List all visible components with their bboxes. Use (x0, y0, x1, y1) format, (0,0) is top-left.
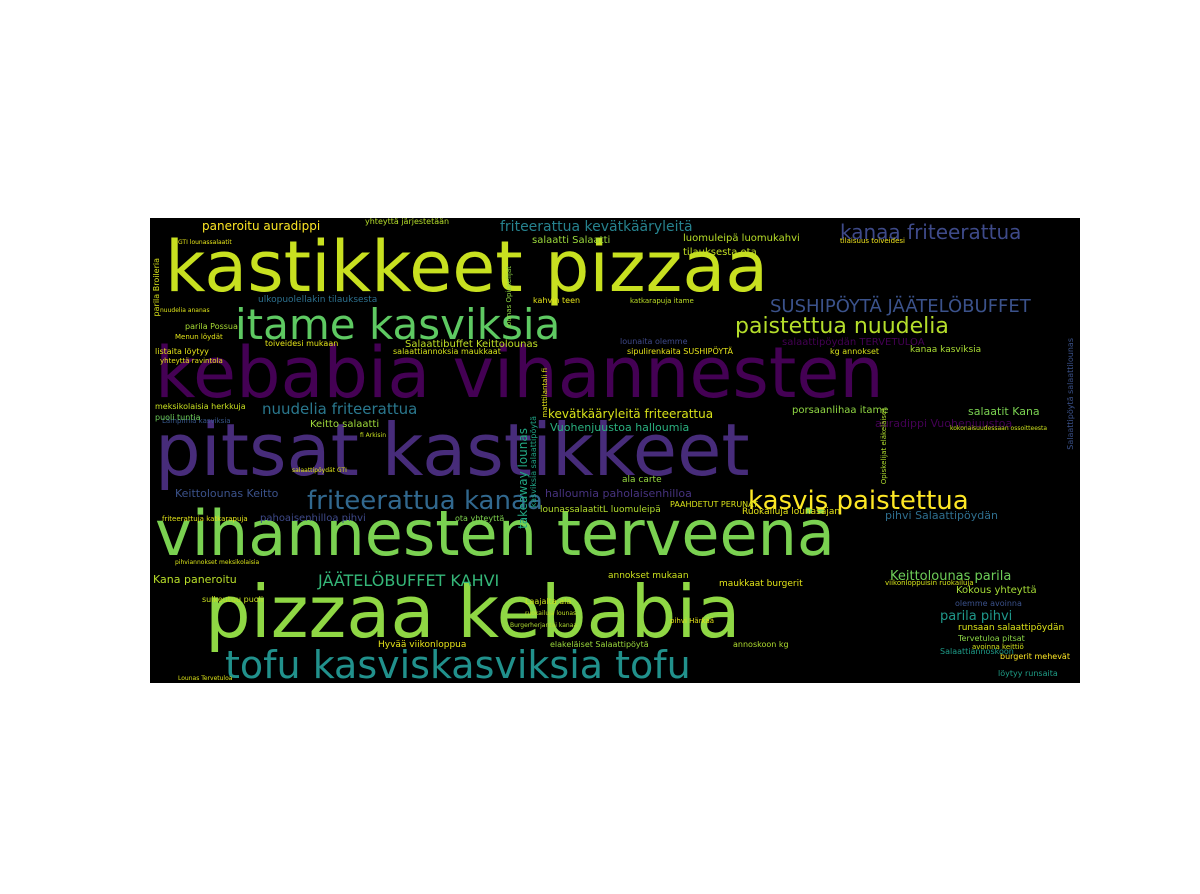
word-tofu-kasviskasviksia-tofu: tofu kasviskasviksia tofu (225, 643, 691, 683)
word-kg-annokset: kg annokset (830, 347, 880, 356)
word-salaattiannoksia-maukkaat: salaattiannoksia maukkaat (393, 347, 501, 356)
word-ota-yhteytta: ota yhteyttä (455, 514, 505, 523)
word-avoinna-keittio: avoinna keittiö (972, 643, 1024, 651)
word-kana-paneroitu: Kana paneroitu (153, 573, 237, 586)
word-nuudelia-friteerattua: nuudelia friteerattua (262, 400, 418, 418)
word-annokset-mukaan: annokset mukaan (608, 571, 689, 581)
word-luomuleipa-luomukahvi: luomuleipä luomukahvi (683, 233, 800, 244)
word-parila-possua: parila Possua (185, 322, 238, 331)
word-jaatelobuffet-kahvi: JÄÄTELÖBUFFET KAHVI (318, 571, 500, 590)
word-yhteytta-jarjestetaan: yhteyttä järjestetään (365, 218, 450, 226)
word-lounaita-olemme: lounaita olemme (620, 337, 688, 346)
word-kanaa-kasviksia: kanaa kasviksia (910, 345, 982, 355)
word-sipulirenkaita-sushipoyta: sipulirenkaita SUSHIPÖYTÄ (627, 347, 733, 356)
word-lounas-tervetuloa: Lounas Tervetuloa (178, 675, 233, 682)
word-sushipoyta-jaatelobuffet: SUSHIPÖYTÄ JÄÄTELÖBUFFET (770, 296, 1031, 317)
word-lounas-opiskelijat: lounas Opiskelijat (505, 266, 513, 328)
word-halloumia-paholaisenhilloa: halloumia paholaisenhilloa (545, 487, 692, 500)
word-sulkeutuu-puoli: sulkeutuu puoli (202, 595, 264, 604)
word-elakelaiset-salaattipoyta: elakeläiset Salaattipöytä (550, 640, 649, 649)
word-olemme-avoinna: olemme avoinna (955, 599, 1022, 608)
word-ruokailuja-lounas: ruokailuja lounas (525, 610, 577, 617)
word-gti-lounassalaatit: GTI lounassalaatit (178, 239, 232, 246)
word-parila-pihvi: parila pihvi (940, 609, 1013, 624)
word-takeaway-lounas: takeaway lounas (516, 428, 530, 529)
word-fi-arkisin: fi Arkisin (360, 432, 386, 439)
word-toiveidesi-mukaan: toiveidesi mukaan (265, 339, 339, 348)
word-kahvin-teen: kahvin teen (533, 296, 581, 305)
word-tilaisuus-toiveidesi: tilaisuus toiveidesi (840, 237, 905, 245)
word-tilauksesta-ota: tilauksesta ota (683, 247, 757, 258)
word-salaattipoydat-gti: salaattipöydät GTI (292, 467, 347, 474)
word-kasviksia-salaattipoyta: kasviksia salaattipöytä (529, 416, 538, 508)
word-ruokailuja-lounasajan: Ruokailuja lounasajan (742, 507, 841, 517)
word-friteerattua-kanaa: friteerattua kanaa (307, 486, 543, 516)
word-ala-carte: ala carte (622, 475, 662, 485)
word-hyvaa-viikonloppua: Hyvää viikonloppua (378, 640, 467, 650)
word-ulkopuolellakin-tilauksesta: ulkopuolellakin tilauksesta (258, 295, 378, 305)
word-kevatkaaryleita-friteerattua: kevätkääryleitä friteerattua (548, 407, 714, 421)
word-kokonaisuudessaan-ossoitteesta: kokonaisuudessaan ossoitteesta (950, 425, 1048, 432)
word-yhteytta-ravintola: yhteyttä ravintola (160, 357, 223, 365)
word-opiskelijat-elakelaiset: Opiskelijat eläkeläiset (880, 408, 888, 485)
word-puoli-tuntia: puoli tuntia (155, 413, 201, 422)
word-paahdetut-perunat: PAAHDETUT PERUNAT (670, 500, 758, 509)
word-pihviannokset-meksikolaisia: pihviannokset meksikolaisia (175, 559, 260, 566)
word-porsaanlihaa-itame: porsaanlihaa itame (792, 405, 889, 416)
word-menun-loydat: Menun löydät (175, 333, 223, 341)
word-katkarapuja-itame: katkarapuja itame (630, 297, 694, 305)
word-burgerherjantai-kanaa: Burgerherjantai kanaa (510, 622, 578, 629)
word-pahoaisenhilloa-pihvi: pahoaisenhilloa pihvi (260, 513, 366, 524)
word-friteerattuja-katkarapuja: friteerattuja katkarapuja (162, 515, 248, 523)
word-kokous-yhteytta: Kokous yhteyttä (956, 585, 1037, 596)
word-loytyy-runsaita: löytyy runsaita (998, 669, 1058, 678)
word-nuudelia-ananas: nuudelia ananas (160, 307, 210, 314)
word-annoskoon-kg: annoskoon kg (733, 640, 789, 649)
word-friteerattua-kevatkaaryleita: friteerattua kevätkääryleitä (500, 219, 693, 235)
word-pihvi-salaattipoydan: pihvi Salaattipöydän (885, 509, 998, 522)
word-keittolounas-keitto: Keittolounas Keitto (175, 487, 279, 500)
word-tervetuloa-pitsat: Tervetuloa pitsat (958, 634, 1025, 643)
word-cloud: kastikkeet pizzaa kebabia vihannesten pits… (150, 218, 1080, 683)
word-keitto-salaatti: Keitto salaatti (310, 419, 380, 430)
word-laajalta-ala: Laajalta ala (525, 597, 572, 606)
word-salaatti-salaatti: salaatti Salaatti (532, 235, 611, 246)
word-paistettua-nuudelia: paistettua nuudelia (735, 314, 949, 339)
word-meksikolaisia-herkkuja: meksikolaisia herkkuja (155, 402, 246, 411)
word-lounassalaatitl-luomuleipa: lounassalaatitL luomuleipä (540, 505, 661, 515)
word-salaattipoyta-salaattilounas: Salaattipöytä salaattilounas (1066, 338, 1075, 450)
word-salaatit-kana: salaatit Kana (968, 405, 1040, 418)
word-viikonloppuisin-ruokailuja: viikonloppuisin ruokailuja (885, 579, 974, 587)
word-vuohenjuustoa-halloumia: Vuohenjuustoa halloumia (550, 421, 690, 434)
word-pihvi-harkaa: pihvi Härkää (670, 617, 715, 625)
word-runsaan-salaattipoydan: runsaan salaattipöydän (958, 623, 1065, 633)
word-maukkaat-burgerit: maukkaat burgerit (719, 579, 803, 589)
word-matttilantali-fi: matttilantali fi (541, 368, 549, 418)
word-paneroitu-auradippi: paneroitu auradippi (202, 219, 321, 233)
word-listaita-loytyy: listaita löytyy (155, 347, 209, 356)
word-kastikkeet-pizzaa: kastikkeet pizzaa (165, 226, 769, 308)
